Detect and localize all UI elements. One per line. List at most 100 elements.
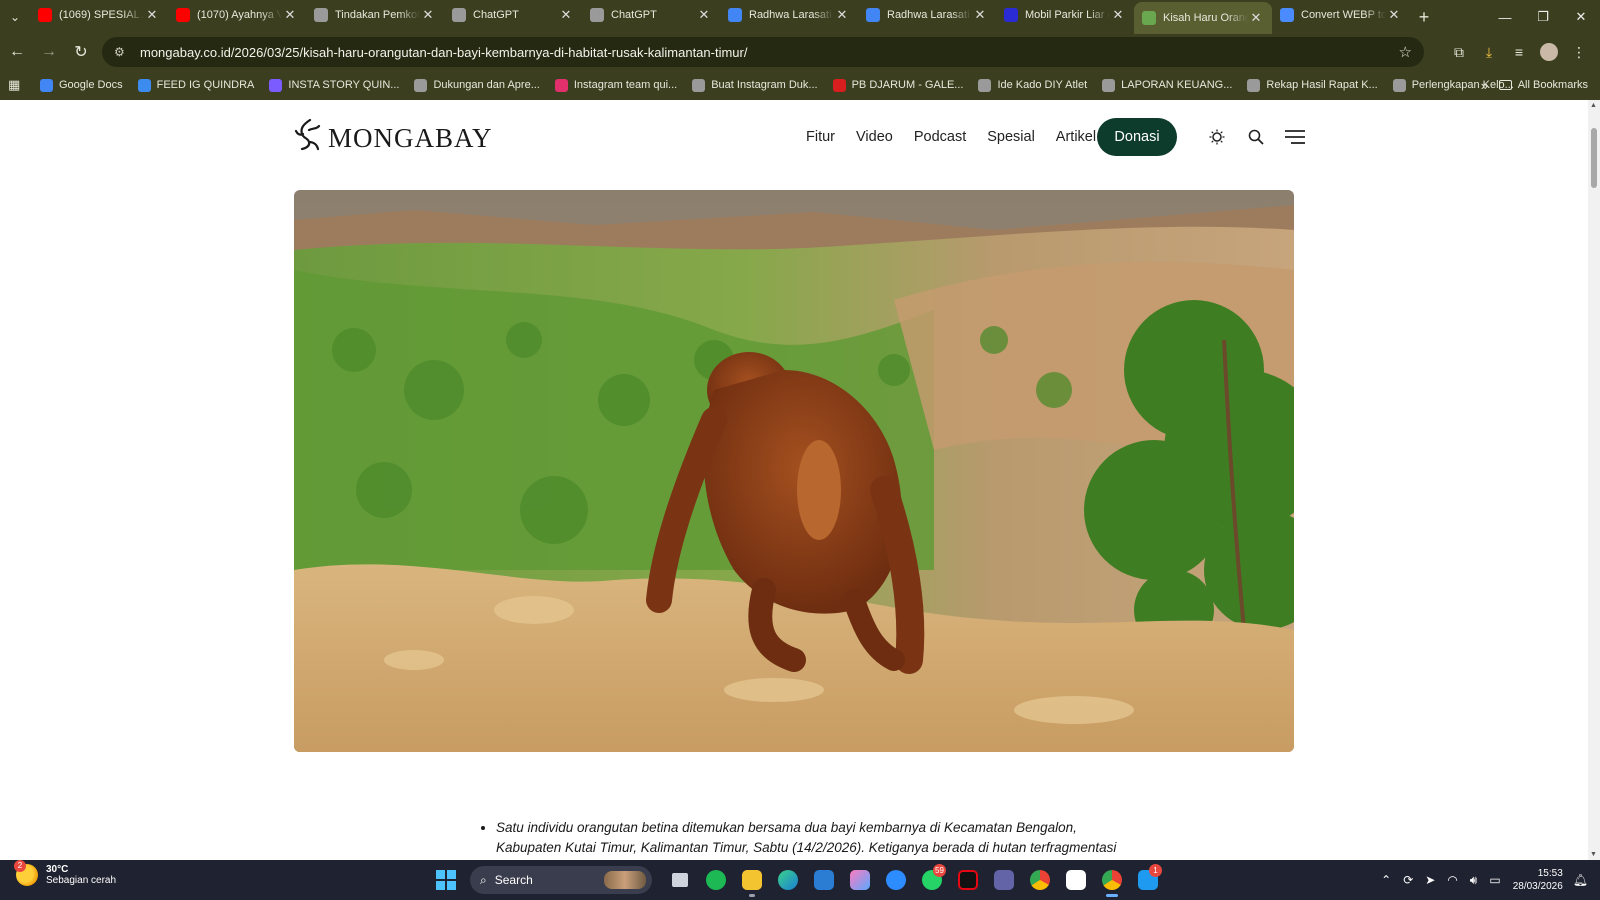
- netflix-icon[interactable]: [950, 860, 986, 900]
- tab-close-icon[interactable]: ✕: [1110, 7, 1126, 23]
- browser-tab[interactable]: Mobil Parkir Liar d ✕: [996, 0, 1134, 30]
- bookmark-label: Google Docs: [59, 79, 123, 91]
- chrome-icon[interactable]: [1022, 860, 1058, 900]
- browser-tab[interactable]: (1069) SPESIAL AN✕: [30, 0, 168, 30]
- outlook-icon[interactable]: [806, 860, 842, 900]
- capcut-icon[interactable]: [1058, 860, 1094, 900]
- browser-tab[interactable]: Kisah Haru Orang ✕: [1134, 2, 1272, 34]
- bookmark-item[interactable]: Buat Instagram Duk...: [692, 78, 818, 92]
- bookmark-item[interactable]: PB DJARUM - GALE...: [832, 78, 963, 92]
- tab-close-icon[interactable]: ✕: [972, 7, 988, 23]
- weather-widget[interactable]: 2 30°C Sebagian cerah: [14, 860, 116, 886]
- bookmark-item[interactable]: Google Docs: [40, 78, 123, 92]
- copilot-icon[interactable]: [842, 860, 878, 900]
- extensions-icon[interactable]: ⧉: [1444, 37, 1474, 67]
- bookmark-label: Dukungan dan Apre...: [433, 79, 540, 91]
- notification-bell-icon[interactable]: 🔔︎: [1573, 873, 1588, 887]
- tab-favicon-icon: [452, 8, 466, 22]
- bookmark-item[interactable]: Instagram team qui...: [554, 78, 677, 92]
- minimize-icon[interactable]: —: [1486, 0, 1524, 34]
- sync-icon[interactable]: ⟳: [1403, 873, 1413, 887]
- zoom-icon[interactable]: [878, 860, 914, 900]
- tab-close-icon[interactable]: ✕: [1248, 10, 1264, 26]
- edge-icon[interactable]: [770, 860, 806, 900]
- hamburger-menu-icon[interactable]: [1284, 126, 1306, 148]
- spotify-icon[interactable]: [698, 860, 734, 900]
- bookmark-favicon-icon: [692, 78, 706, 92]
- battery-icon[interactable]: ▭: [1489, 873, 1500, 887]
- tab-search-button[interactable]: ⌄: [0, 2, 30, 32]
- file-explorer-icon[interactable]: [734, 860, 770, 900]
- close-window-icon[interactable]: ✕: [1562, 0, 1600, 34]
- bookmark-item[interactable]: Rekap Hasil Rapat K...: [1247, 78, 1378, 92]
- theme-toggle-icon[interactable]: [1206, 126, 1228, 148]
- bookmark-item[interactable]: Perlengkapan Kelo...: [1392, 78, 1514, 92]
- tab-close-icon[interactable]: ✕: [1386, 7, 1402, 23]
- new-tab-button[interactable]: +: [1410, 7, 1438, 28]
- browser-tab[interactable]: Tindakan Pemkot ✕: [306, 0, 444, 30]
- tab-close-icon[interactable]: ✕: [420, 7, 436, 23]
- reload-button[interactable]: ↻: [66, 37, 96, 67]
- bookmark-item[interactable]: FEED IG QUINDRA: [137, 78, 254, 92]
- chrome-active-icon[interactable]: [1094, 860, 1130, 900]
- scroll-down-icon[interactable]: ▼: [1590, 851, 1597, 858]
- tab-close-icon[interactable]: ✕: [144, 7, 160, 23]
- task-view-icon[interactable]: [662, 860, 698, 900]
- profile-avatar[interactable]: [1534, 37, 1564, 67]
- browser-tab[interactable]: Convert WEBP to ✕: [1272, 0, 1410, 30]
- forward-button[interactable]: →: [34, 37, 64, 67]
- clock[interactable]: 15:53 28/03/2026: [1513, 867, 1563, 893]
- mongabay-logo[interactable]: MONGABAY: [294, 118, 493, 159]
- tab-close-icon[interactable]: ✕: [834, 7, 850, 23]
- nav-podcast[interactable]: Podcast: [914, 129, 966, 145]
- browser-tab[interactable]: ChatGPT ✕: [582, 0, 720, 30]
- bookmark-item[interactable]: INSTA STORY QUIN...: [269, 78, 399, 92]
- whatsapp-icon[interactable]: 59: [914, 860, 950, 900]
- browser-tab[interactable]: Radhwa Larasati - ✕: [858, 0, 996, 30]
- all-bookmarks-label: All Bookmarks: [1517, 79, 1588, 91]
- browser-tab[interactable]: Radhwa Larasati - ✕: [720, 0, 858, 30]
- scrollbar-thumb[interactable]: [1591, 128, 1597, 188]
- page-scrollbar[interactable]: ▲ ▼: [1588, 100, 1600, 860]
- wifi-icon[interactable]: ◠: [1447, 873, 1457, 887]
- browser-toolbar: ← → ↻ ⚙ mongabay.co.id/2026/03/25/kisah-…: [0, 34, 1600, 70]
- bookmark-favicon-icon: [1247, 78, 1261, 92]
- media-icon[interactable]: ≡: [1504, 37, 1534, 67]
- nav-fitur[interactable]: Fitur: [806, 129, 835, 145]
- messenger-app-icon[interactable]: 1: [1130, 860, 1166, 900]
- bookmark-item[interactable]: LAPORAN KEUANG...: [1102, 78, 1232, 92]
- nav-artikel[interactable]: Artikel: [1056, 129, 1096, 145]
- bookmark-favicon-icon: [832, 78, 846, 92]
- bookmark-item[interactable]: Dukungan dan Apre...: [414, 78, 540, 92]
- nav-spesial[interactable]: Spesial: [987, 129, 1035, 145]
- back-button[interactable]: ←: [2, 37, 32, 67]
- bookmark-item[interactable]: Ide Kado DIY Atlet: [978, 78, 1087, 92]
- tab-title: ChatGPT: [473, 9, 519, 21]
- chevron-up-icon[interactable]: ⌃: [1381, 873, 1391, 887]
- tab-strip: ⌄ (1069) SPESIAL AN✕(1070) Ayahnya V✕Tin…: [0, 0, 1600, 34]
- nav-video[interactable]: Video: [856, 129, 893, 145]
- browser-tab[interactable]: ChatGPT ✕: [444, 0, 582, 30]
- apps-grid-icon[interactable]: ▦: [8, 77, 28, 93]
- tab-close-icon[interactable]: ✕: [696, 7, 712, 23]
- more-bookmarks-icon[interactable]: »: [1481, 78, 1488, 93]
- download-icon[interactable]: ⤓: [1474, 37, 1504, 67]
- teams-icon[interactable]: [986, 860, 1022, 900]
- scroll-up-icon[interactable]: ▲: [1590, 102, 1597, 109]
- bookmark-star-icon[interactable]: ☆: [1399, 43, 1412, 61]
- tab-close-icon[interactable]: ✕: [558, 7, 574, 23]
- all-bookmarks-button[interactable]: All Bookmarks: [1498, 79, 1588, 91]
- location-icon[interactable]: ➤: [1425, 873, 1435, 887]
- tab-close-icon[interactable]: ✕: [282, 7, 298, 23]
- search-icon[interactable]: [1245, 126, 1267, 148]
- windows-start-icon[interactable]: [436, 870, 456, 890]
- address-bar[interactable]: ⚙ mongabay.co.id/2026/03/25/kisah-haru-o…: [102, 37, 1424, 67]
- volume-icon[interactable]: 🔊︎: [1470, 873, 1478, 888]
- browser-tab[interactable]: (1070) Ayahnya V ✕: [168, 0, 306, 30]
- menu-kebab-icon[interactable]: ⋮: [1564, 37, 1594, 67]
- tab-title: Radhwa Larasati -: [749, 9, 834, 21]
- donate-button[interactable]: Donasi: [1097, 118, 1177, 156]
- restore-icon[interactable]: ❐: [1524, 0, 1562, 34]
- taskbar-search[interactable]: ⌕ Search: [470, 866, 652, 894]
- site-info-icon[interactable]: ⚙: [114, 45, 132, 59]
